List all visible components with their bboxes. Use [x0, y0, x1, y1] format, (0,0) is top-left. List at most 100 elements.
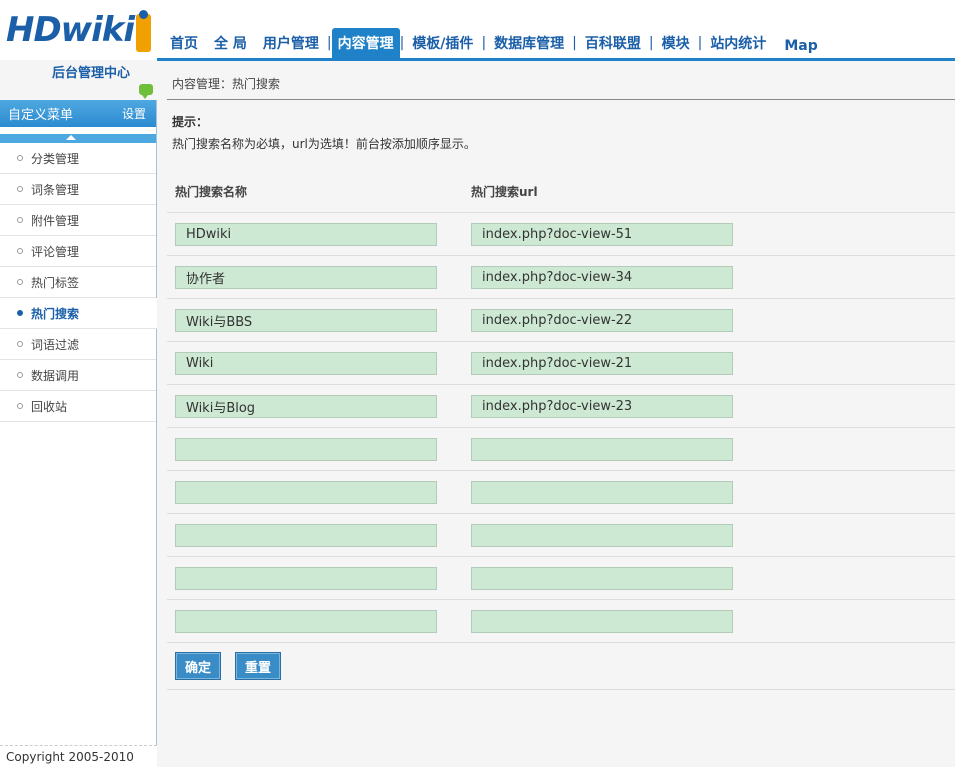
nav-tab-4[interactable]: 模板/插件	[404, 28, 481, 58]
nav-separator: |	[326, 35, 332, 51]
name-cell	[167, 351, 471, 375]
name-cell	[167, 437, 471, 461]
hot-search-url-input[interactable]	[471, 480, 733, 504]
url-cell	[471, 222, 733, 246]
sidebar-item-label: 评论管理	[31, 244, 80, 259]
nav-tab-5[interactable]: 数据库管理	[486, 28, 572, 58]
nav-tab-0[interactable]: 首页	[162, 28, 206, 58]
tip-text: 热门搜索名称为必填，url为选填！前台按添加顺序显示。	[172, 137, 476, 151]
bullet-icon	[17, 310, 23, 316]
hot-search-name-input[interactable]	[175, 394, 437, 418]
sidebar-item-label: 词条管理	[31, 182, 80, 197]
bullet-icon	[17, 372, 23, 378]
hot-search-url-input[interactable]	[471, 265, 733, 289]
hot-search-url-input[interactable]	[471, 566, 733, 590]
url-cell	[471, 480, 733, 504]
hot-search-name-input[interactable]	[175, 351, 437, 375]
collapse-toggle[interactable]	[0, 134, 156, 143]
sidebar-item-label: 数据调用	[31, 368, 80, 383]
sidebar: 自定义菜单 设置 分类管理词条管理附件管理评论管理热门标签 热门搜索词语过滤数据调…	[0, 100, 157, 767]
logo-subtitle: 后台管理中心	[52, 66, 131, 81]
sidebar-item-label: 词语过滤	[31, 337, 80, 352]
bullet-icon	[17, 186, 23, 192]
reset-button[interactable]: 重置	[235, 652, 282, 680]
bullet-icon	[17, 155, 23, 161]
divider	[167, 99, 955, 100]
sidebar-item[interactable]: 热门搜索	[0, 298, 157, 329]
form-row	[167, 342, 955, 385]
url-cell	[471, 308, 733, 332]
nav-tab-1[interactable]: 全 局	[206, 28, 255, 58]
hot-search-name-input[interactable]	[175, 308, 437, 332]
form-header: 热门搜索名称 热门搜索url	[167, 171, 955, 213]
form-row	[167, 385, 955, 428]
message-bubble-icon[interactable]	[139, 84, 153, 99]
url-cell	[471, 394, 733, 418]
sidebar-item[interactable]: 热门标签	[0, 267, 156, 298]
url-cell	[471, 437, 733, 461]
hot-search-url-input[interactable]	[471, 394, 733, 418]
name-cell	[167, 566, 471, 590]
breadcrumb: 内容管理：热门搜索	[172, 77, 281, 91]
url-cell	[471, 566, 733, 590]
custom-menu-header: 自定义菜单 设置	[0, 100, 156, 127]
hot-search-url-input[interactable]	[471, 437, 733, 461]
nav-map-link[interactable]: Map	[774, 28, 827, 58]
hot-search-name-input[interactable]	[175, 523, 437, 547]
sidebar-item[interactable]: 数据调用	[0, 360, 156, 391]
sidebar-item[interactable]: 词语过滤	[0, 329, 156, 360]
header: HDwiki 后台管理中心 首页全 局用户管理 | 内容管理 | 模板/插件 | 数据库管理…	[0, 0, 955, 81]
form-row	[167, 557, 955, 600]
submit-button[interactable]: 确定	[175, 652, 222, 680]
nav-tab-8[interactable]: 站内统计	[702, 28, 774, 58]
sidebar-item[interactable]: 附件管理	[0, 205, 156, 236]
name-cell	[167, 222, 471, 246]
custom-menu-title: 自定义菜单	[8, 108, 74, 123]
logo[interactable]: HDwiki 后台管理中心	[6, 10, 156, 81]
hot-search-url-input[interactable]	[471, 523, 733, 547]
hot-search-url-input[interactable]	[471, 351, 733, 375]
tip-title: 提示：	[172, 115, 209, 129]
main-nav: 首页全 局用户管理 | 内容管理 | 模板/插件 | 数据库管理 | 百科联盟 | 模块 | 站内统计 M…	[162, 28, 828, 58]
name-cell	[167, 480, 471, 504]
hot-search-name-input[interactable]	[175, 265, 437, 289]
sidebar-item[interactable]: 词条管理	[0, 174, 156, 205]
nav-tab-2[interactable]: 用户管理	[255, 28, 327, 58]
sidebar-item-label: 附件管理	[31, 213, 80, 228]
name-cell	[167, 609, 471, 633]
logo-text: HDwiki	[6, 10, 135, 50]
nav-tab-7[interactable]: 模块	[654, 28, 698, 58]
sidebar-item[interactable]: 分类管理	[0, 143, 156, 174]
bullet-icon	[17, 217, 23, 223]
url-cell	[471, 265, 733, 289]
sidebar-menu: 分类管理词条管理附件管理评论管理热门标签 热门搜索词语过滤数据调用回收站	[0, 143, 157, 422]
name-cell	[167, 265, 471, 289]
hot-search-url-input[interactable]	[471, 308, 733, 332]
form-actions: 确定 重置	[167, 643, 955, 690]
copyright: Copyright 2005-2010	[0, 745, 157, 767]
sidebar-item-label: 分类管理	[31, 151, 80, 166]
hot-search-name-input[interactable]	[175, 480, 437, 504]
nav-tab-6[interactable]: 百科联盟	[577, 28, 649, 58]
hot-search-url-input[interactable]	[471, 222, 733, 246]
hot-search-name-input[interactable]	[175, 566, 437, 590]
sidebar-item[interactable]: 回收站	[0, 391, 156, 422]
hot-search-name-input[interactable]	[175, 609, 437, 633]
column-header-url: 热门搜索url	[471, 185, 538, 199]
name-cell	[167, 394, 471, 418]
url-cell	[471, 609, 733, 633]
bullet-icon	[17, 248, 23, 254]
nav-tab-3[interactable]: 内容管理	[331, 28, 400, 58]
name-cell	[167, 523, 471, 547]
form-row	[167, 299, 955, 342]
hot-search-url-input[interactable]	[471, 609, 733, 633]
form-row	[167, 213, 955, 256]
name-cell	[167, 308, 471, 332]
menu-settings-link[interactable]: 设置	[122, 105, 146, 122]
hot-search-name-input[interactable]	[175, 222, 437, 246]
sidebar-item[interactable]: 评论管理	[0, 236, 156, 267]
form-row	[167, 428, 955, 471]
hot-search-form: 热门搜索名称 热门搜索url 确定 重置	[167, 171, 955, 690]
form-row	[167, 471, 955, 514]
hot-search-name-input[interactable]	[175, 437, 437, 461]
